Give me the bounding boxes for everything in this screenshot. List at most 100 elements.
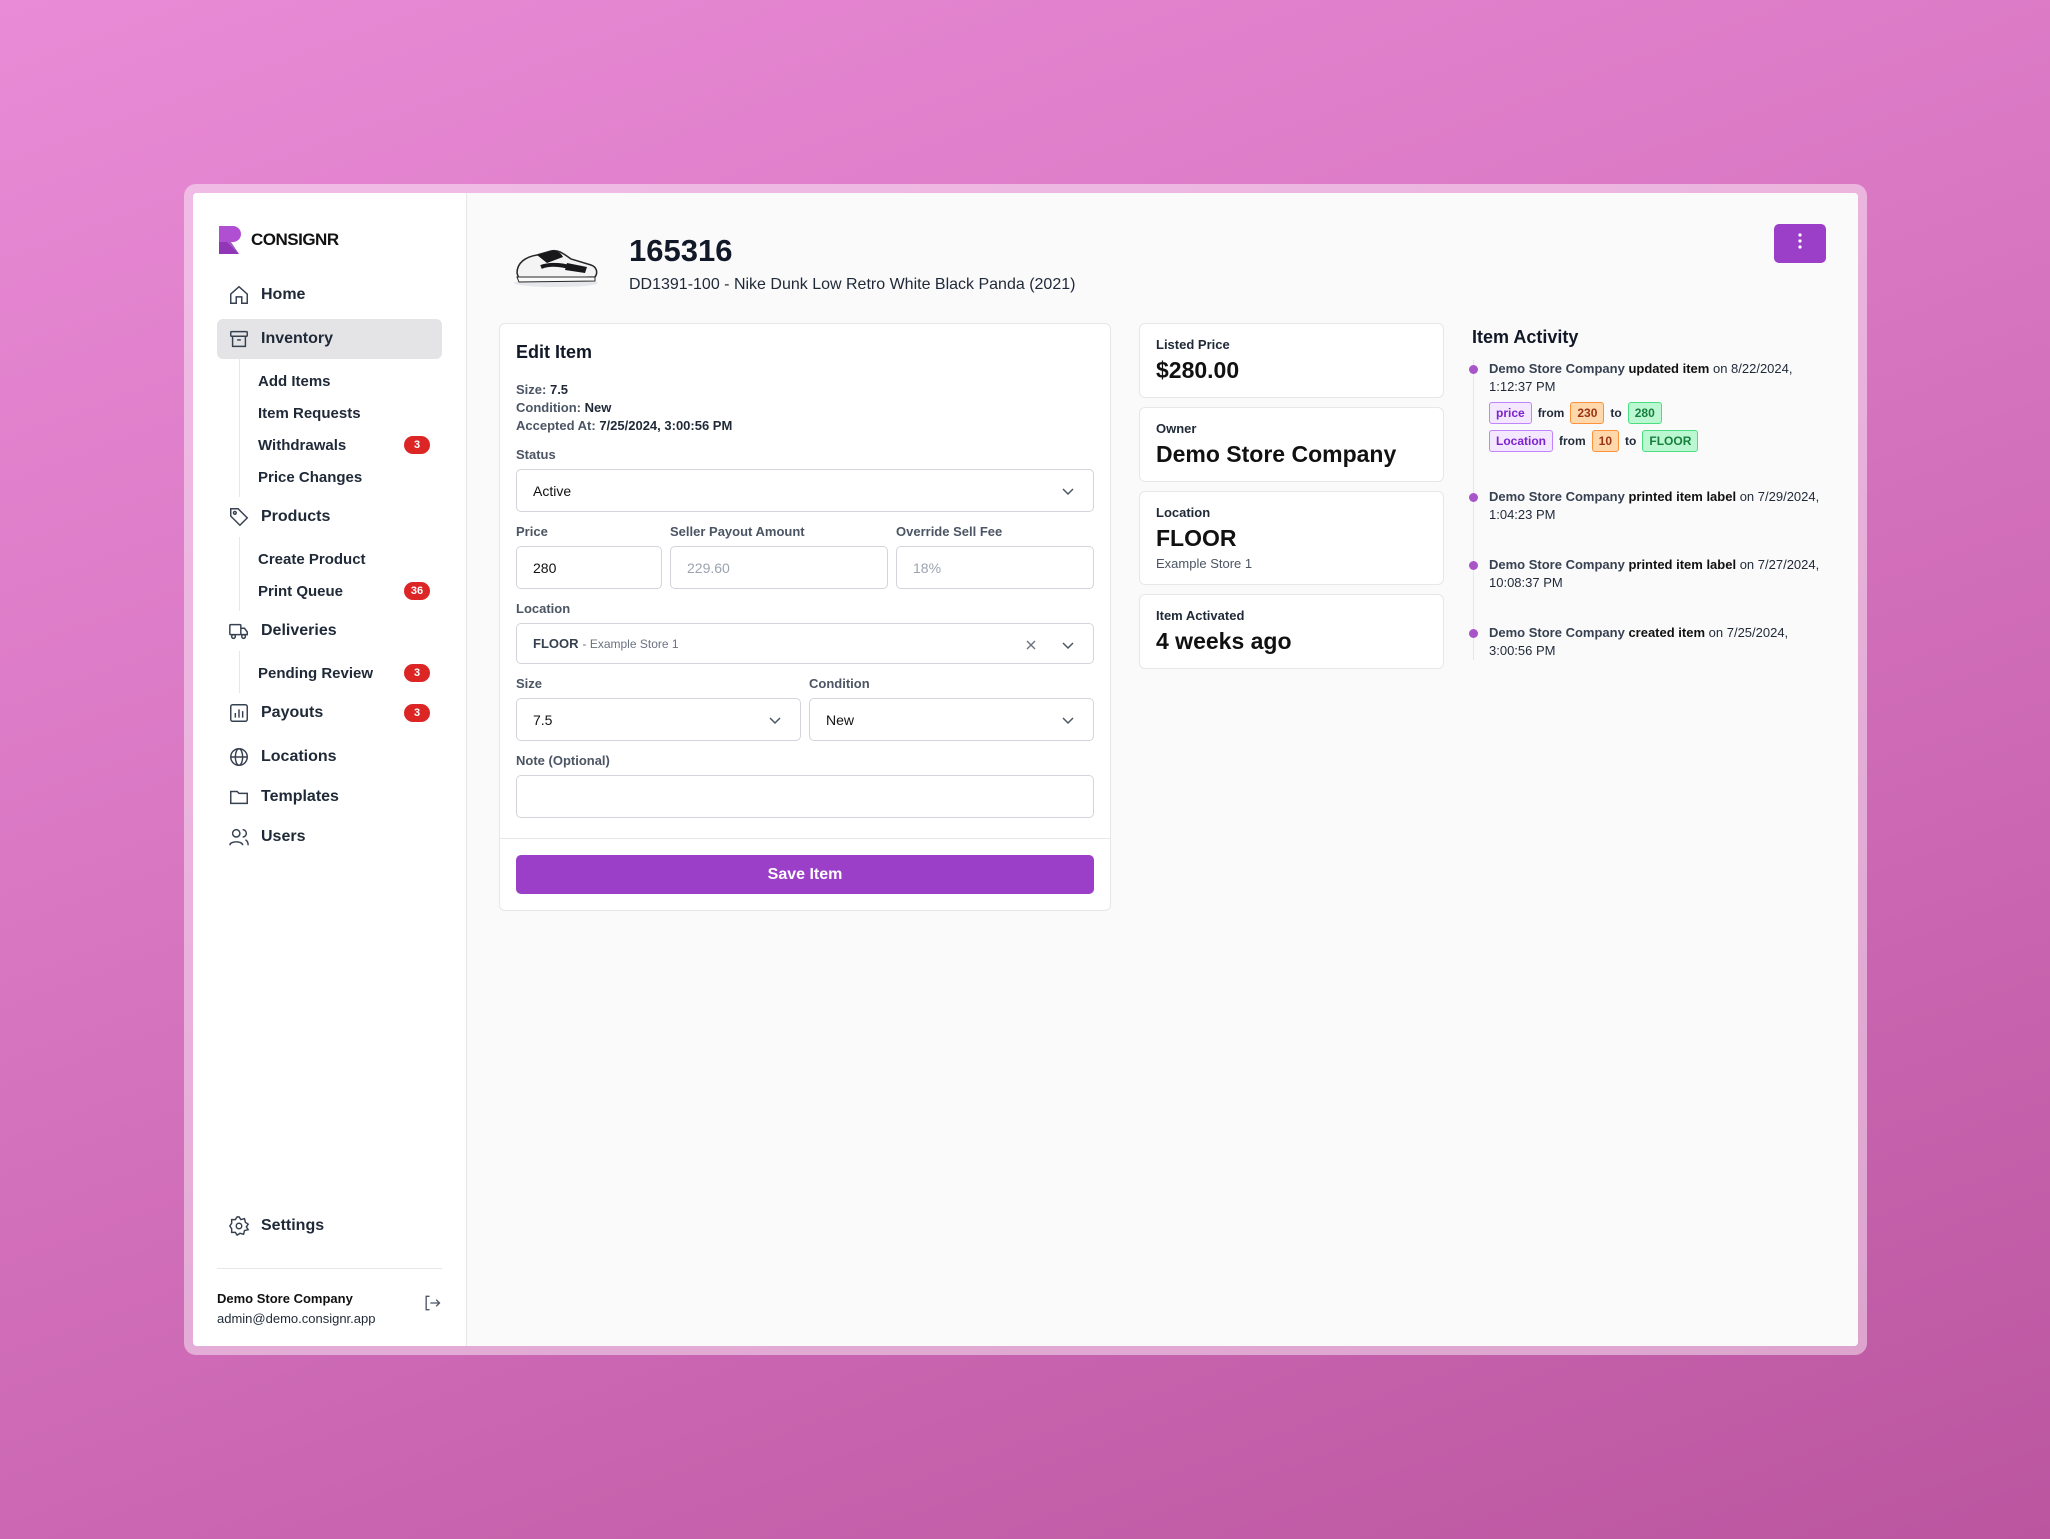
- override-sell-fee-label: Override Sell Fee: [896, 524, 1003, 539]
- nav-users[interactable]: Users: [217, 817, 442, 857]
- activity-entry: Demo Store Company updated item on 8/22/…: [1469, 360, 1828, 452]
- sidebar: CONSIGNR Home Inventory Add Items Item R…: [193, 193, 467, 1346]
- brand-logo[interactable]: CONSIGNR: [217, 223, 442, 257]
- nav-item-requests[interactable]: Item Requests: [258, 397, 442, 429]
- change-from-word: from: [1537, 406, 1565, 420]
- price-label: Price: [516, 524, 548, 539]
- nav-pending-review[interactable]: Pending Review 3: [258, 657, 442, 689]
- account-name: Demo Store Company: [217, 1291, 353, 1306]
- meta-condition-value: New: [584, 400, 612, 415]
- nav-withdrawals[interactable]: Withdrawals 3: [258, 429, 442, 461]
- nav-home-label: Home: [261, 286, 306, 303]
- item-activated-label: Item Activated: [1156, 608, 1245, 623]
- app: CONSIGNR Home Inventory Add Items Item R…: [193, 193, 1858, 1346]
- note-input[interactable]: [516, 775, 1094, 818]
- products-submenu: Create Product Print Queue 36: [239, 537, 442, 611]
- folder-icon: [227, 785, 251, 809]
- chevron-down-icon: [1061, 713, 1075, 730]
- save-item-button[interactable]: Save Item: [516, 855, 1094, 894]
- note-label: Note (Optional): [516, 753, 610, 768]
- close-icon[interactable]: [1025, 638, 1037, 654]
- location-stat-label: Location: [1156, 505, 1211, 520]
- nav-create-product-label: Create Product: [258, 550, 366, 568]
- bar-chart-icon: [227, 701, 251, 725]
- nav-add-items[interactable]: Add Items: [258, 365, 442, 397]
- activity-entry: Demo Store Company printed item label on…: [1469, 556, 1828, 592]
- item-header: 165316 DD1391-100 - Nike Dunk Low Retro …: [499, 223, 1828, 303]
- archive-icon: [227, 327, 251, 351]
- activity-actor: Demo Store Company: [1489, 361, 1625, 376]
- nav-print-queue[interactable]: Print Queue 36: [258, 575, 442, 607]
- item-activity: Item Activity Demo Store Company updated…: [1469, 323, 1828, 911]
- nav-price-changes-label: Price Changes: [258, 468, 363, 486]
- location-card: Location FLOOR Example Store 1: [1139, 491, 1444, 585]
- activity-change: price from 230 to 280: [1489, 402, 1828, 424]
- location-select[interactable]: FLOOR - Example Store 1: [516, 623, 1094, 664]
- nav-deliveries[interactable]: Deliveries: [217, 611, 442, 651]
- location-stat-store: Example Store 1: [1156, 556, 1253, 571]
- nav-price-changes[interactable]: Price Changes: [258, 461, 442, 493]
- size-select[interactable]: 7.5: [516, 698, 801, 741]
- activity-entry: Demo Store Company printed item label on…: [1469, 488, 1828, 524]
- nav-payouts[interactable]: Payouts 3: [217, 693, 442, 733]
- print-queue-count-badge: 36: [404, 582, 430, 600]
- nav-settings[interactable]: Settings: [217, 1206, 442, 1246]
- status-value: Active: [533, 482, 572, 499]
- activity-action: printed item label: [1628, 557, 1737, 572]
- logout-icon[interactable]: [422, 1293, 442, 1318]
- listed-price-label: Listed Price: [1156, 337, 1230, 352]
- logo-icon: [217, 224, 245, 256]
- content-area: Edit Item Size: 7.5 Condition: New Accep…: [499, 323, 1828, 911]
- change-to-word: to: [1625, 434, 1637, 448]
- activity-actor: Demo Store Company: [1489, 625, 1625, 640]
- pending-review-count-badge: 3: [404, 664, 430, 682]
- edit-item-title: Edit Item: [516, 342, 593, 362]
- nav-products[interactable]: Products: [217, 497, 442, 537]
- nav-withdrawals-label: Withdrawals: [258, 436, 347, 454]
- nav-templates[interactable]: Templates: [217, 777, 442, 817]
- main-content: 165316 DD1391-100 - Nike Dunk Low Retro …: [467, 193, 1858, 1346]
- globe-icon: [227, 745, 251, 769]
- owner-label: Owner: [1156, 421, 1197, 436]
- nav-templates-label: Templates: [261, 788, 339, 805]
- nav-home[interactable]: Home: [217, 275, 442, 315]
- users-icon: [227, 825, 251, 849]
- item-meta-size: Size: 7.5: [516, 381, 1094, 399]
- activity-action: updated item: [1628, 361, 1710, 376]
- condition-select[interactable]: New: [809, 698, 1094, 741]
- price-input[interactable]: 280: [516, 546, 662, 589]
- meta-accepted-label: Accepted At:: [516, 418, 596, 433]
- deliveries-submenu: Pending Review 3: [239, 651, 442, 693]
- listed-price-card: Listed Price $280.00: [1139, 323, 1444, 398]
- nav-users-label: Users: [261, 828, 306, 845]
- nav-print-queue-label: Print Queue: [258, 582, 344, 600]
- owner-value: Demo Store Company: [1156, 441, 1397, 467]
- nav-locations[interactable]: Locations: [217, 737, 442, 777]
- tag-icon: [227, 505, 251, 529]
- condition-label: Condition: [809, 676, 870, 691]
- more-actions-button[interactable]: [1774, 224, 1826, 263]
- meta-size-label: Size:: [516, 382, 547, 397]
- item-stats: Listed Price $280.00 Owner Demo Store Co…: [1139, 323, 1444, 911]
- seller-payout-input[interactable]: 229.60: [670, 546, 888, 589]
- meta-size-value: 7.5: [549, 382, 569, 397]
- item-description: DD1391-100 - Nike Dunk Low Retro White B…: [629, 275, 1076, 293]
- window-frame: CONSIGNR Home Inventory Add Items Item R…: [184, 184, 1867, 1355]
- nav-deliveries-label: Deliveries: [261, 622, 337, 639]
- nav-pending-review-label: Pending Review: [258, 664, 374, 682]
- activity-change: Location from 10 to FLOOR: [1489, 430, 1828, 452]
- nav-create-product[interactable]: Create Product: [258, 543, 442, 575]
- activity-action: created item: [1628, 625, 1706, 640]
- change-new-value: FLOOR: [1642, 430, 1699, 452]
- seller-payout-label: Seller Payout Amount: [670, 524, 805, 539]
- nav-item-requests-label: Item Requests: [258, 404, 361, 422]
- status-select[interactable]: Active: [516, 469, 1094, 512]
- nav-inventory[interactable]: Inventory: [217, 319, 442, 359]
- meta-condition-label: Condition:: [516, 400, 581, 415]
- item-activated-card: Item Activated 4 weeks ago: [1139, 594, 1444, 669]
- chevron-down-icon: [1061, 638, 1075, 655]
- owner-card: Owner Demo Store Company: [1139, 407, 1444, 482]
- location-label: Location: [516, 601, 571, 616]
- listed-price-value: $280.00: [1156, 357, 1240, 383]
- override-sell-fee-input[interactable]: 18%: [896, 546, 1094, 589]
